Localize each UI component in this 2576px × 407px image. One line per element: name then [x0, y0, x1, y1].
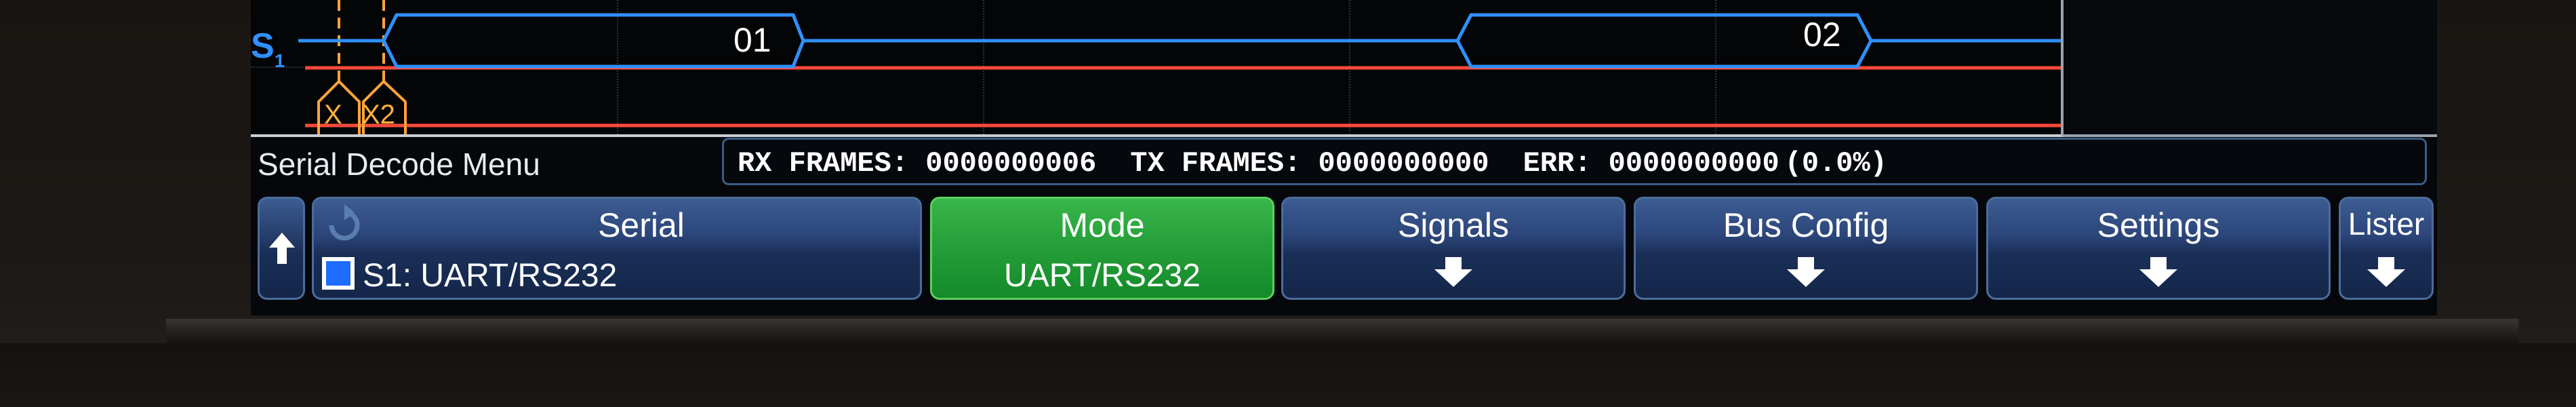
serial-softkey[interactable]: Serial S1: UART/RS232: [312, 197, 922, 300]
cursor-x-label: X: [324, 100, 342, 130]
down-arrow-icon: [2139, 257, 2177, 287]
frame-label-2: 02: [1803, 16, 1841, 54]
waveform-display[interactable]: S1 01 02 X X2: [251, 0, 2064, 137]
bus-config-label: Bus Config: [1723, 206, 1889, 244]
bezel-ledge: [165, 319, 2519, 343]
menu-title: Serial Decode Menu: [258, 147, 540, 182]
down-arrow-icon: [2367, 257, 2405, 287]
signals-softkey[interactable]: Signals: [1281, 197, 1626, 300]
frame-stats: RX FRAMES: 0000000006 TX FRAMES: 00000000…: [722, 138, 2427, 185]
settings-label: Settings: [2097, 206, 2220, 244]
serial-label: Serial: [598, 206, 685, 244]
error-percent: (0.0%): [1784, 147, 1887, 180]
up-arrow-icon: [269, 233, 295, 264]
checkbox-icon[interactable]: [322, 257, 355, 290]
bus-upper-edge: [298, 13, 2061, 43]
side-panel: [2064, 0, 2437, 137]
down-arrow-icon: [1787, 257, 1825, 287]
mode-softkey[interactable]: Mode UART/RS232: [930, 197, 1274, 300]
frame-label-1: 01: [733, 21, 771, 59]
bezel-lower: [0, 343, 2576, 407]
waveform-traces: [298, 0, 2061, 134]
serial-value: S1: UART/RS232: [363, 258, 618, 294]
bus-lower-edge: [382, 39, 1873, 69]
error-count: ERR: 0000000000: [1523, 147, 1779, 180]
cycle-icon: [329, 204, 360, 241]
down-arrow-icon: [1434, 257, 1472, 287]
bus-config-softkey[interactable]: Bus Config: [1634, 197, 1978, 300]
lister-softkey[interactable]: Lister: [2339, 197, 2434, 300]
signals-label: Signals: [1398, 206, 1509, 244]
channel-label: S1: [251, 26, 285, 71]
mode-label: Mode: [1060, 206, 1145, 244]
settings-softkey[interactable]: Settings: [1986, 197, 2331, 300]
cursor-x2-label: X2: [362, 100, 395, 130]
tx-frames: TX FRAMES: 0000000000: [1130, 147, 1489, 180]
scope-screen: S1 01 02 X X2 Serial Decode Menu RX FRAM…: [251, 0, 2437, 315]
rx-frames: RX FRAMES: 0000000006: [738, 147, 1097, 180]
mode-value: UART/RS232: [1004, 258, 1201, 294]
back-button[interactable]: [258, 197, 305, 300]
lister-label: Lister: [2348, 206, 2425, 241]
